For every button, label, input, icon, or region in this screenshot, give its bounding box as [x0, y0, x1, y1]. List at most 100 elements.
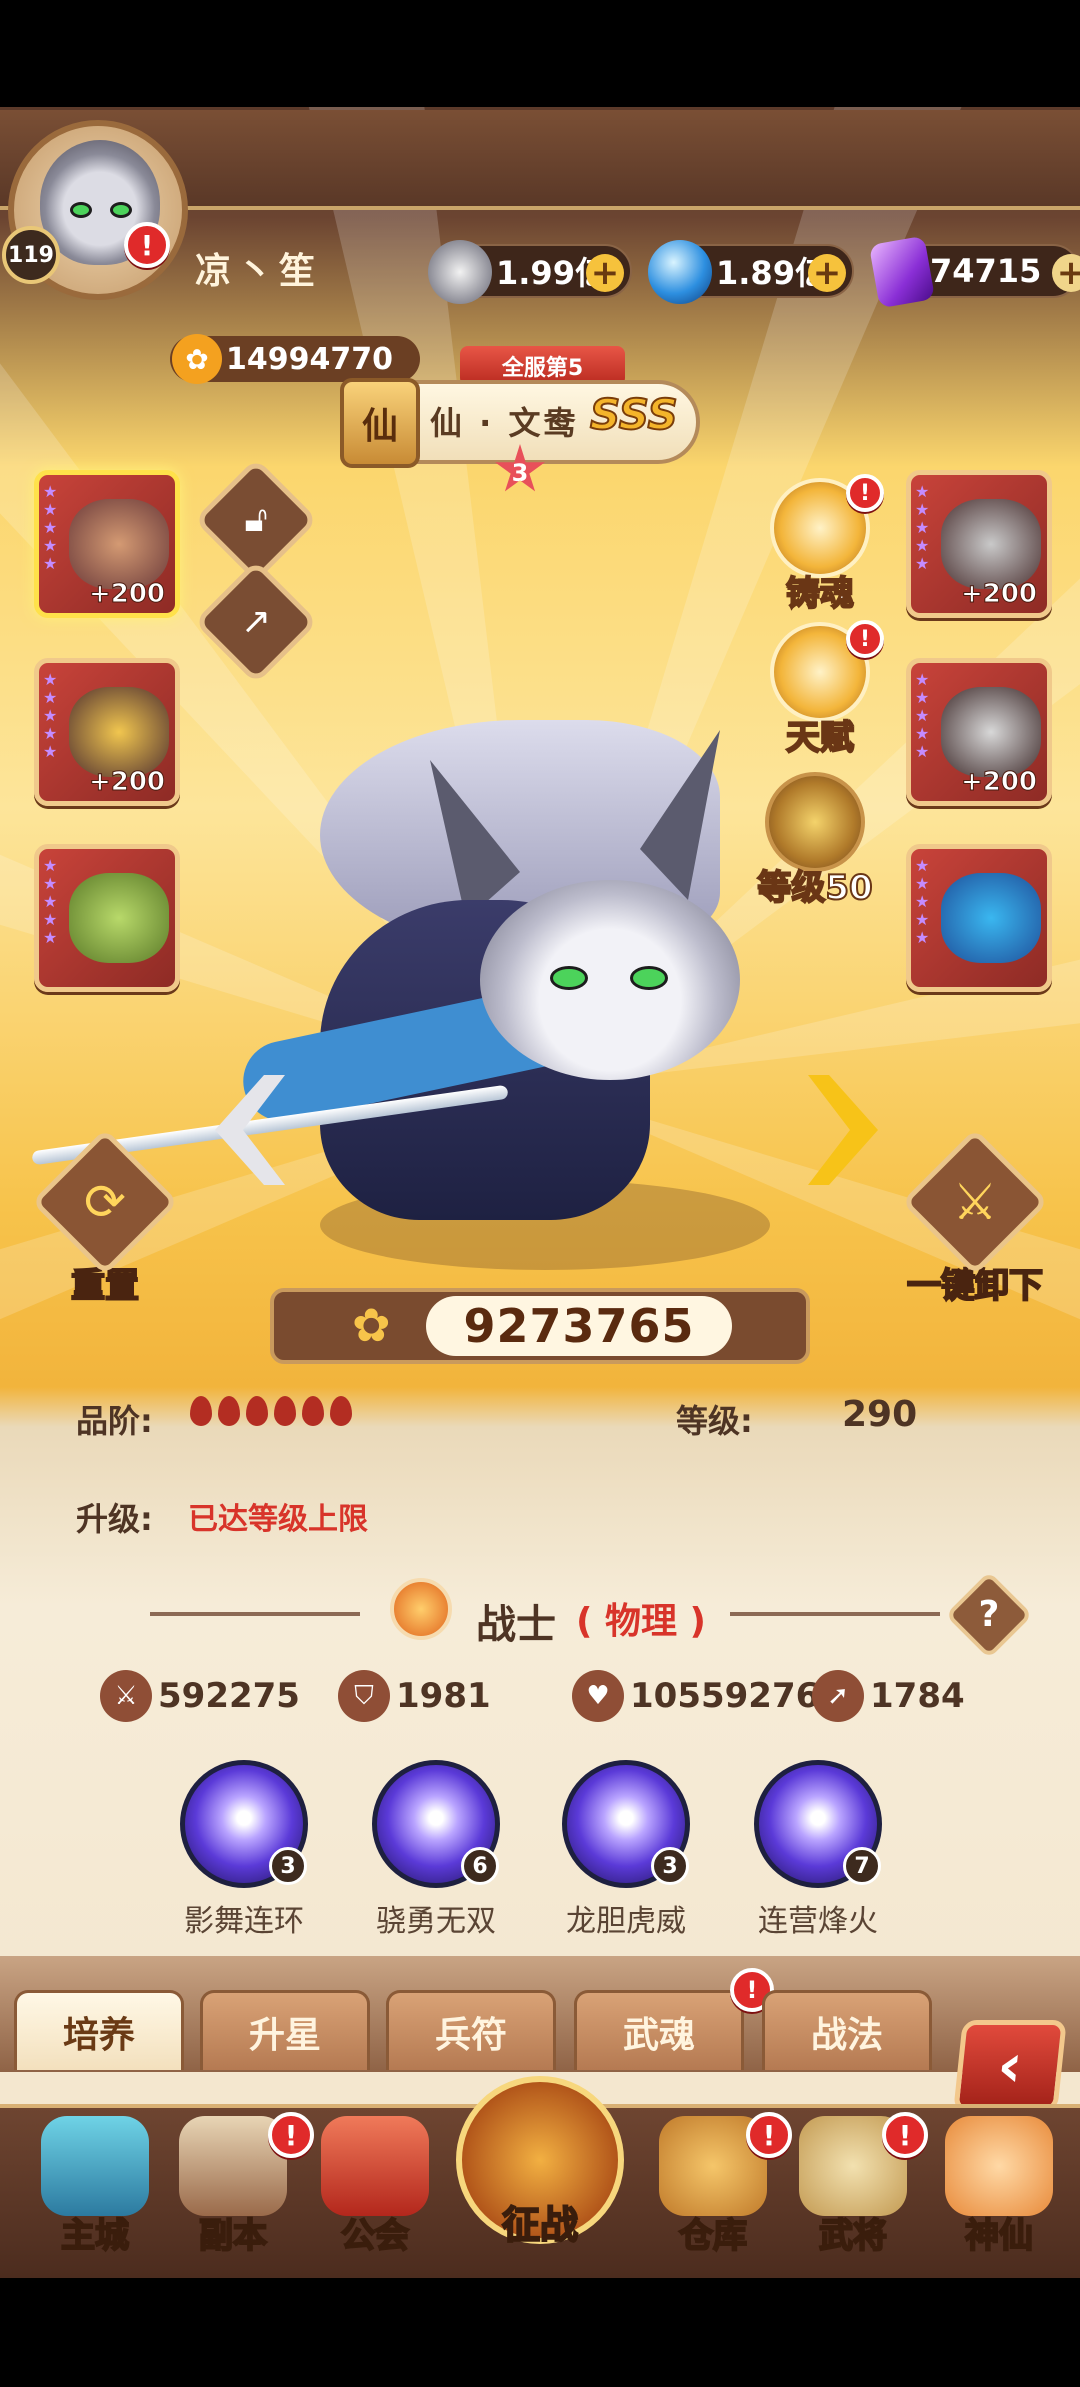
slot-stars: ★ ★ ★ ★ ★ [915, 482, 930, 573]
grade-drop-icon [190, 1396, 212, 1426]
reset-button[interactable]: ⟳ 重置 [30, 1128, 180, 1307]
talent-label: 天赋 [785, 717, 855, 759]
equipment-slot-left-3[interactable]: ★ ★ ★ ★ ★ [34, 844, 180, 992]
skill-name: 影舞连环 [184, 1904, 304, 1939]
equipment-item-icon [941, 499, 1041, 589]
nav-guild[interactable]: 公会 [310, 2116, 440, 2257]
generals-alert-icon: ! [882, 2112, 928, 2158]
unequip-all-button[interactable]: ⚔ 一键卸下 [890, 1128, 1060, 1307]
nav-main-city[interactable]: 主城 [30, 2116, 160, 2257]
grade-drop-icon [274, 1396, 296, 1426]
equipment-slot-right-2[interactable]: ★ ★ ★ ★ ★ +200 [906, 658, 1052, 806]
grade-indicator [190, 1396, 358, 1430]
defense-value: 1981 [396, 1676, 491, 1716]
talent-alert-icon: ! [846, 620, 884, 658]
slot-stars: ★ ★ ★ ★ ★ [43, 482, 58, 573]
level-gate-button[interactable]: 等级50 [730, 772, 900, 909]
back-button[interactable]: ‹ [953, 2020, 1067, 2112]
grade-drop-icon [330, 1396, 352, 1426]
boot-icon: ➚ [812, 1670, 864, 1722]
defense-stat: ⛉ 1981 [338, 1670, 491, 1722]
nav-label: 神仙 [964, 2215, 1034, 2257]
add-coin-button[interactable]: + [586, 254, 624, 292]
flag-icon [321, 2116, 429, 2216]
golden-crossbow-icon [765, 772, 865, 872]
tab-tactics[interactable]: 战法 [762, 1990, 932, 2070]
skill-1[interactable]: 3 影舞连环 [174, 1760, 314, 1940]
orange-cat-icon [945, 2116, 1053, 2216]
nav-label: 武将 [818, 2215, 888, 2257]
equipment-item-icon [69, 687, 169, 777]
crystal-icon [868, 235, 936, 309]
heart-icon: ♥ [572, 1670, 624, 1722]
speed-stat: ➚ 1784 [812, 1670, 965, 1722]
nav-label: 公会 [340, 2215, 410, 2257]
hero-rarity: SSS [589, 389, 679, 440]
tab-star-up[interactable]: 升星 [200, 1990, 370, 2070]
skill-icon: 3 [180, 1760, 308, 1888]
nav-label: 仓库 [678, 2215, 748, 2257]
grade-drop-icon [246, 1396, 268, 1426]
upgrade-label: 升级: [76, 1500, 153, 1538]
equipment-slot-right-3[interactable]: ★ ★ ★ ★ ★ [906, 844, 1052, 992]
paw-icon: ✿ [352, 1298, 391, 1352]
equipment-slot-left-2[interactable]: ★ ★ ★ ★ ★ +200 [34, 658, 180, 806]
gem-orb-icon [648, 240, 712, 304]
slot-stars: ★ ★ ★ ★ ★ [43, 670, 58, 761]
status-bar-area [0, 0, 1080, 107]
speed-value: 1784 [870, 1676, 965, 1716]
hero-name: 仙 · 文鸯 [430, 404, 579, 442]
skill-4[interactable]: 7 连营烽火 [748, 1760, 888, 1940]
nav-battle[interactable]: 征战 [456, 2076, 624, 2276]
add-crystal-button[interactable]: + [1052, 254, 1080, 292]
lock-icon: 🔓︎ [244, 499, 268, 540]
skill-icon: 7 [754, 1760, 882, 1888]
level-label: 等级: [676, 1402, 753, 1440]
grade-drop-icon [302, 1396, 324, 1426]
level-value: 290 [842, 1394, 918, 1435]
share-icon: ↗ [240, 601, 272, 642]
tab-tally[interactable]: 兵符 [386, 1990, 556, 2070]
coin-counter: 1.99亿 + [428, 240, 632, 304]
add-gem-button[interactable]: + [808, 254, 846, 292]
class-name: 战士 [476, 1602, 556, 1648]
skill-icon: 6 [372, 1760, 500, 1888]
divider [730, 1612, 940, 1616]
equipment-item-icon [69, 873, 169, 963]
dungeon-alert-icon: ! [268, 2112, 314, 2158]
tab-martial-soul[interactable]: 武魂 [574, 1990, 744, 2070]
soul-cast-alert-icon: ! [846, 474, 884, 512]
player-name: 凉丶笙 [195, 251, 322, 292]
slot-bonus: +200 [960, 579, 1037, 610]
equipment-slot-right-1[interactable]: ★ ★ ★ ★ ★ +200 [906, 470, 1052, 618]
attack-value: 592275 [158, 1676, 300, 1716]
grade-drop-icon [218, 1396, 240, 1426]
level-gate-label: 等级50 [756, 867, 873, 909]
nav-label: 副本 [198, 2215, 268, 2257]
grade-label: 品阶: [76, 1402, 153, 1440]
skill-icon: 3 [562, 1760, 690, 1888]
skill-2[interactable]: 6 骁勇无双 [366, 1760, 506, 1940]
tab-train[interactable]: 培养 [14, 1990, 184, 2070]
class-damage-type: ( 物理 ) [576, 1601, 706, 1642]
skill-name: 龙胆虎威 [566, 1904, 686, 1939]
skill-level: 7 [843, 1847, 881, 1885]
slot-stars: ★ ★ ★ ★ ★ [915, 670, 930, 761]
hero-head [480, 880, 740, 1080]
sword-icon: ⚔ [100, 1670, 152, 1722]
unequip-armor-icon: ⚔ [901, 1128, 1049, 1276]
slot-bonus: +200 [960, 767, 1037, 798]
skill-3[interactable]: 3 龙胆虎威 [556, 1760, 696, 1940]
question-icon: ? [978, 1594, 1000, 1635]
combat-power-value: 9273765 [426, 1296, 732, 1356]
crystal-amount: 74715 [930, 252, 1042, 290]
equipment-item-icon [69, 499, 169, 589]
nav-immortal[interactable]: 神仙 [934, 2116, 1064, 2257]
slot-bonus: +200 [88, 767, 165, 798]
upgrade-status: 已达等级上限 [188, 1502, 368, 1537]
gem-counter: 1.89亿 + [648, 240, 854, 304]
skill-level: 3 [651, 1847, 689, 1885]
equipment-slot-left-1[interactable]: ★ ★ ★ ★ ★ +200 [34, 470, 180, 618]
player-level-badge: 119 [2, 226, 60, 284]
warrior-class-icon [390, 1578, 452, 1640]
